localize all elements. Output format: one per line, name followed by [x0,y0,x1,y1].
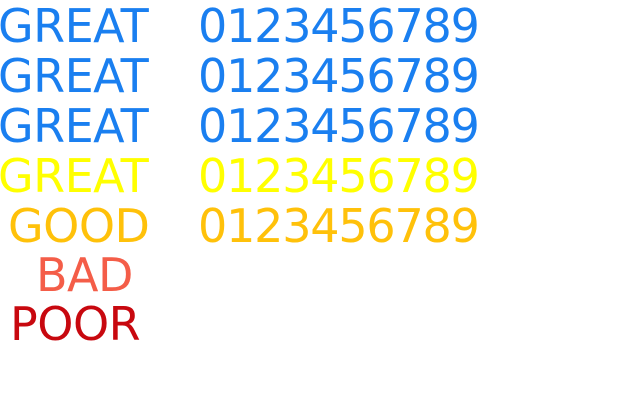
rating-label: GOOD [8,199,150,253]
rating-label: BAD [36,248,133,302]
rating-label: GREAT [0,149,149,203]
rating-label: GREAT [0,49,149,103]
rating-row-great: GREAT 0123456789 [0,50,640,102]
rating-row-great: GREAT 0123456789 [0,0,640,52]
rating-digits: 0123456789 [198,149,480,203]
rating-digits: 0123456789 [198,199,480,253]
rating-digits: 0123456789 [198,49,480,103]
rating-digits: 0123456789 [198,0,480,53]
rating-row-great-yellow: GREAT 0123456789 [0,150,640,202]
rating-row-poor: POOR [0,298,640,350]
rating-scale-canvas: GREAT 0123456789 GREAT 0123456789 GREAT … [0,0,640,400]
rating-row-bad: BAD [0,249,640,301]
rating-label: POOR [10,297,141,351]
rating-label: GREAT [0,99,149,153]
rating-label: GREAT [0,0,149,53]
rating-row-good: GOOD 0123456789 [0,200,640,252]
rating-row-great: GREAT 0123456789 [0,100,640,152]
rating-digits: 0123456789 [198,99,480,153]
